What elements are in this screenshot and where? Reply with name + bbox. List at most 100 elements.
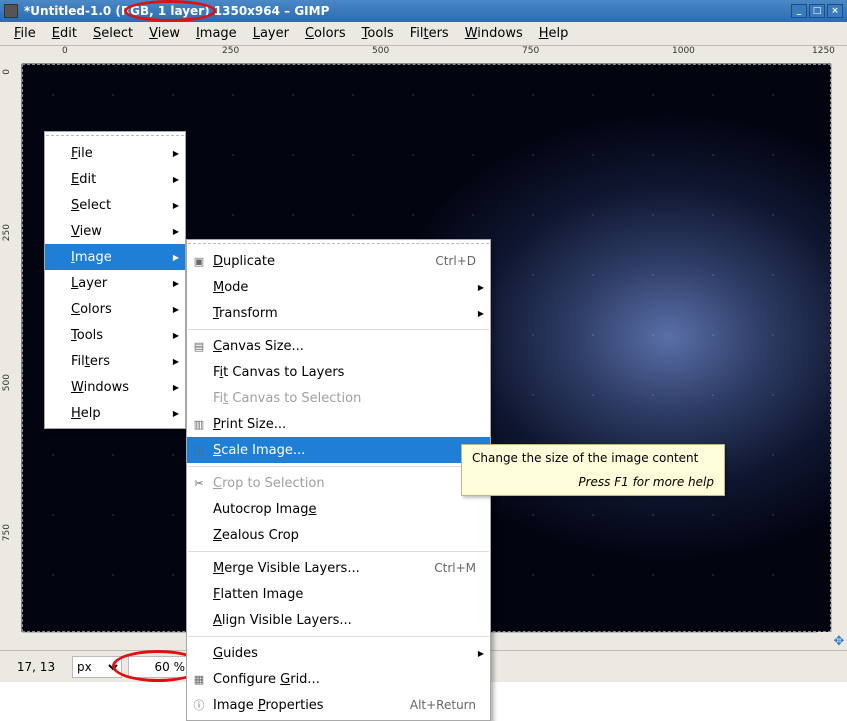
- pointer-coordinates: 17, 13: [6, 660, 66, 674]
- menubar: FileEditSelectViewImageLayerColorsToolsF…: [0, 22, 847, 46]
- ruler-tick: 1000: [672, 46, 695, 56]
- menu-item-icon: ▣: [191, 253, 207, 269]
- menu-item-shortcut: Ctrl+M: [434, 561, 476, 575]
- image-submenu[interactable]: ▣DuplicateCtrl+DMode▶Transform▶▤Canvas S…: [186, 239, 491, 721]
- menu-edit[interactable]: Edit: [44, 24, 85, 43]
- menu-item-label: Canvas Size...: [213, 339, 304, 354]
- image-menu-item-zealous-crop[interactable]: Zealous Crop: [187, 522, 490, 548]
- titlebar: *Untitled-1.0 (RGB, 1 layer) 1350x964 – …: [0, 0, 847, 22]
- image-menu-item-transform[interactable]: Transform▶: [187, 300, 490, 326]
- image-menu-item-canvas-size[interactable]: ▤Canvas Size...: [187, 333, 490, 359]
- tooltip-hint: Press F1 for more help: [472, 475, 714, 489]
- ruler-tick: 500: [2, 374, 12, 391]
- zoom-input[interactable]: [128, 656, 188, 678]
- image-menu-item-guides[interactable]: Guides▶: [187, 640, 490, 666]
- menu-item-label: Print Size...: [213, 417, 286, 432]
- menu-item-label: Edit: [71, 172, 96, 187]
- image-menu-item-print-size[interactable]: ▥ Print Size...: [187, 411, 490, 437]
- menu-file[interactable]: File: [6, 24, 44, 43]
- menu-item-label: Help: [71, 406, 101, 421]
- image-menu-item-align-visible-layers[interactable]: Align Visible Layers...: [187, 607, 490, 633]
- image-menu-item-fit-canvas-to-layers[interactable]: Fit Canvas to Layers: [187, 359, 490, 385]
- menu-colors[interactable]: Colors: [297, 24, 354, 43]
- image-menu-item-configure-grid[interactable]: ▦ Configure Grid...: [187, 666, 490, 692]
- menu-layer[interactable]: Layer: [245, 24, 297, 43]
- menu-item-icon: ▥: [191, 416, 207, 432]
- menu-windows[interactable]: Windows: [457, 24, 531, 43]
- ctx-item-filters[interactable]: Filters ▶: [45, 348, 185, 374]
- maximize-button[interactable]: □: [809, 4, 825, 18]
- menu-filters[interactable]: Filters: [402, 24, 457, 43]
- image-menu-item-fit-canvas-to-selection: Fit Canvas to Selection: [187, 385, 490, 411]
- menu-item-label: Merge Visible Layers...: [213, 561, 360, 576]
- image-menu-item-autocrop-image[interactable]: Autocrop Image: [187, 496, 490, 522]
- menu-item-shortcut: Ctrl+D: [435, 254, 476, 268]
- ctx-item-colors[interactable]: Colors ▶: [45, 296, 185, 322]
- window-title: *Untitled-1.0 (RGB, 1 layer) 1350x964 – …: [24, 4, 789, 18]
- vertical-scrollbar[interactable]: [831, 64, 847, 632]
- menu-item-label: Tools: [71, 328, 103, 343]
- image-menu-item-scale-image[interactable]: ◫Scale Image...: [187, 437, 490, 463]
- navigation-preview-icon[interactable]: ✥: [831, 632, 847, 650]
- ruler-tick: 0: [62, 46, 68, 56]
- chevron-right-icon: ▶: [173, 305, 179, 314]
- chevron-right-icon: ▶: [173, 383, 179, 392]
- image-menu-item-merge-visible-layers[interactable]: Merge Visible Layers... Ctrl+M: [187, 555, 490, 581]
- menu-item-icon: ▦: [191, 671, 207, 687]
- menu-item-label: Mode: [213, 280, 248, 295]
- ruler-tick: 0: [2, 69, 12, 75]
- image-menu-item-image-properties[interactable]: ⓘ Image Properties Alt+Return: [187, 692, 490, 718]
- ctx-item-tools[interactable]: Tools▶: [45, 322, 185, 348]
- menu-item-label: Flatten Image: [213, 587, 303, 602]
- menu-image[interactable]: Image: [188, 24, 245, 43]
- chevron-right-icon: ▶: [173, 279, 179, 288]
- menu-item-label: Fit Canvas to Selection: [213, 391, 361, 406]
- menu-item-label: Guides: [213, 646, 258, 661]
- chevron-right-icon: ▶: [478, 309, 484, 318]
- chevron-right-icon: ▶: [173, 357, 179, 366]
- menu-item-label: Colors: [71, 302, 112, 317]
- tooltip-text: Change the size of the image content: [472, 451, 714, 465]
- ruler-horizontal: 025050075010001250: [22, 46, 831, 64]
- ruler-tick: 1250: [812, 46, 835, 56]
- ctx-item-image[interactable]: Image▶: [45, 244, 185, 270]
- ctx-item-windows[interactable]: Windows ▶: [45, 374, 185, 400]
- chevron-right-icon: ▶: [173, 409, 179, 418]
- ctx-item-select[interactable]: Select▶: [45, 192, 185, 218]
- image-menu-item-flatten-image[interactable]: Flatten Image: [187, 581, 490, 607]
- menu-tools[interactable]: Tools: [354, 24, 402, 43]
- chevron-right-icon: ▶: [173, 149, 179, 158]
- ruler-tick: 250: [222, 46, 239, 56]
- close-button[interactable]: ×: [827, 4, 843, 18]
- menu-item-icon: ⓘ: [191, 697, 207, 713]
- menu-item-label: Align Visible Layers...: [213, 613, 352, 628]
- chevron-right-icon: ▶: [173, 227, 179, 236]
- app-icon: [4, 4, 18, 18]
- ctx-item-edit[interactable]: Edit ▶: [45, 166, 185, 192]
- menu-item-label: File: [71, 146, 93, 161]
- menu-item-icon: ✂: [191, 475, 207, 491]
- image-menu-item-duplicate[interactable]: ▣DuplicateCtrl+D: [187, 248, 490, 274]
- ctx-item-view[interactable]: View▶: [45, 218, 185, 244]
- menu-item-label: Image Properties: [213, 698, 324, 713]
- ruler-vertical: 0250500750: [0, 64, 22, 632]
- menu-item-label: Layer: [71, 276, 107, 291]
- menu-item-label: Fit Canvas to Layers: [213, 365, 344, 380]
- image-menu-item-mode[interactable]: Mode▶: [187, 274, 490, 300]
- ctx-item-layer[interactable]: Layer ▶: [45, 270, 185, 296]
- main-context-menu[interactable]: File▶Edit▶Select▶View▶Image▶Layer▶Colors…: [44, 131, 186, 429]
- menu-select[interactable]: Select: [85, 24, 141, 43]
- ctx-item-help[interactable]: Help ▶: [45, 400, 185, 426]
- menu-item-label: Filters: [71, 354, 110, 369]
- menu-item-label: Windows: [71, 380, 129, 395]
- chevron-right-icon: ▶: [173, 201, 179, 210]
- ctx-item-file[interactable]: File ▶: [45, 140, 185, 166]
- menu-item-shortcut: Alt+Return: [410, 698, 476, 712]
- tooltip: Change the size of the image content Pre…: [461, 444, 725, 496]
- minimize-button[interactable]: _: [791, 4, 807, 18]
- unit-selector[interactable]: px: [72, 656, 122, 678]
- chevron-right-icon: ▶: [173, 175, 179, 184]
- menu-item-label: Configure Grid...: [213, 672, 320, 687]
- menu-help[interactable]: Help: [531, 24, 577, 43]
- menu-view[interactable]: View: [141, 24, 188, 43]
